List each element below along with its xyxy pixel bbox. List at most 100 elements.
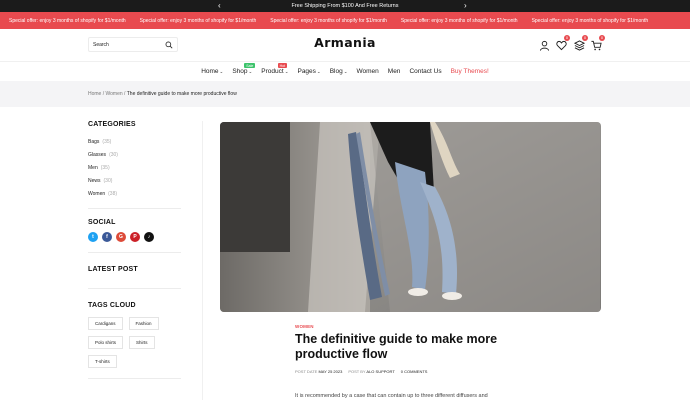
tag-cloud: Cardigans Fashion Polo shirts Shirts T-s… bbox=[88, 317, 178, 368]
hero-photo bbox=[220, 122, 601, 312]
twitter-icon[interactable]: t bbox=[88, 232, 98, 242]
breadcrumb-separator: / bbox=[102, 91, 105, 97]
chevron-down-icon: ⌄ bbox=[316, 69, 321, 74]
nav-home-label: Home bbox=[201, 68, 219, 75]
category-count: (35) bbox=[102, 138, 112, 145]
divider bbox=[88, 288, 181, 289]
article-hero-image bbox=[220, 122, 601, 312]
post-date-wrap: POST DATE MAY 25 2023 bbox=[295, 369, 342, 374]
tag-chip[interactable]: Fashion bbox=[128, 317, 159, 330]
post-date-label: POST DATE bbox=[295, 369, 318, 374]
search-input[interactable] bbox=[93, 40, 165, 50]
category-count: (30) bbox=[109, 151, 118, 158]
post-comments[interactable]: 0 COMMENTS bbox=[401, 369, 428, 374]
announcement-prev-icon[interactable]: ‹ bbox=[218, 1, 221, 11]
pinterest-icon[interactable]: P bbox=[130, 232, 140, 242]
breadcrumb-separator: / bbox=[124, 91, 126, 97]
category-item[interactable]: Men (35) bbox=[88, 161, 181, 174]
cart-count-badge: 0 bbox=[599, 35, 605, 41]
nav-buy-themes-label: Buy Themes! bbox=[450, 68, 489, 75]
divider bbox=[88, 208, 181, 209]
nav-women-label: Women bbox=[356, 68, 379, 75]
nav-shop-label: Shop bbox=[232, 68, 248, 75]
social-title: SOCIAL bbox=[88, 219, 116, 226]
promo-item[interactable]: Special offer: enjoy 3 months of shopify… bbox=[9, 18, 126, 24]
cart-button[interactable]: 0 bbox=[591, 35, 605, 51]
nav-pages[interactable]: Pages⌄ bbox=[297, 62, 320, 81]
nav-product-label: Product bbox=[261, 68, 284, 75]
category-name: Women bbox=[88, 190, 106, 197]
tag-chip[interactable]: Shirts bbox=[129, 336, 155, 349]
nav-buy-themes[interactable]: Buy Themes! bbox=[451, 62, 489, 81]
chevron-down-icon: ⌄ bbox=[343, 69, 348, 74]
category-name: News bbox=[88, 177, 101, 184]
promo-item[interactable]: Special offer: enjoy 3 months of shopify… bbox=[532, 18, 649, 24]
compare-button[interactable]: 0 bbox=[573, 35, 588, 51]
blog-sidebar: CATEGORIES Bags (35) Glasses (30) Men (35) … bbox=[88, 121, 181, 379]
categories-title: CATEGORIES bbox=[88, 121, 136, 128]
nav-home[interactable]: Home⌄ bbox=[201, 62, 223, 81]
category-count: (38) bbox=[108, 190, 118, 197]
nav-blog[interactable]: Blog⌄ bbox=[330, 62, 348, 81]
tiktok-icon[interactable]: ♪ bbox=[144, 232, 154, 242]
breadcrumb-home[interactable]: Home bbox=[88, 91, 101, 97]
facebook-icon[interactable]: f bbox=[102, 232, 112, 242]
breadcrumb: Home / Women / The definitive guide to m… bbox=[88, 91, 237, 97]
category-item[interactable]: Women (38) bbox=[88, 187, 181, 200]
heart-icon bbox=[556, 40, 567, 51]
hot-tag: Hot bbox=[277, 63, 288, 68]
nav-contact[interactable]: Contact Us bbox=[409, 62, 441, 81]
article-meta: POST DATE MAY 25 2023 POST BY ALO SUPPOR… bbox=[295, 369, 427, 374]
nav-contact-label: Contact Us bbox=[409, 68, 442, 75]
chevron-down-icon: ⌄ bbox=[284, 69, 289, 74]
announcement-text: Free Shipping From $100 And Free Returns bbox=[291, 3, 399, 9]
main-nav: Home⌄ Shop⌄ Sale Product⌄ Hot Pages⌄ Blog⌄… bbox=[0, 61, 690, 81]
divider bbox=[88, 378, 181, 379]
chevron-down-icon: ⌄ bbox=[219, 69, 224, 74]
compare-icon bbox=[573, 40, 586, 51]
breadcrumb-women[interactable]: Women bbox=[106, 91, 123, 97]
article-category[interactable]: WOMEN bbox=[295, 324, 314, 329]
breadcrumb-bar: Home / Women / The definitive guide to m… bbox=[0, 81, 690, 107]
latest-post-title: LATEST POST bbox=[88, 266, 138, 273]
tag-chip[interactable]: Polo shirts bbox=[88, 336, 124, 349]
category-list: Bags (35) Glasses (30) Men (35) News (30) Wo… bbox=[88, 135, 181, 200]
tag-chip[interactable]: T-shirts bbox=[88, 355, 117, 368]
announcement-next-icon[interactable]: › bbox=[464, 1, 467, 11]
nav-pages-label: Pages bbox=[297, 68, 316, 75]
article-intro: It is recommended by a case that can con… bbox=[295, 393, 488, 399]
nav-women[interactable]: Women bbox=[357, 62, 379, 81]
search-icon[interactable] bbox=[165, 41, 173, 49]
category-count: (35) bbox=[100, 164, 110, 171]
category-item[interactable]: Glasses (30) bbox=[88, 148, 181, 161]
promo-item[interactable]: Special offer: enjoy 3 months of shopify… bbox=[401, 18, 518, 24]
promo-item[interactable]: Special offer: enjoy 3 months of shopify… bbox=[140, 18, 257, 24]
post-date: MAY 25 2023 bbox=[318, 369, 343, 374]
promo-marquee: Special offer: enjoy 3 months of shopify… bbox=[0, 12, 690, 29]
category-item[interactable]: Bags (35) bbox=[88, 135, 181, 148]
breadcrumb-current: The definitive guide to make more produc… bbox=[126, 91, 237, 97]
category-name: Glasses bbox=[88, 151, 107, 158]
nav-blog-label: Blog bbox=[329, 68, 343, 75]
google-plus-icon[interactable]: G bbox=[116, 232, 126, 242]
wishlist-count-badge: 0 bbox=[564, 35, 570, 41]
nav-men[interactable]: Men bbox=[388, 62, 401, 81]
post-author[interactable]: ALO SUPPORT bbox=[366, 369, 394, 374]
chevron-down-icon: ⌄ bbox=[248, 69, 253, 74]
sale-tag: Sale bbox=[244, 63, 256, 68]
post-author-wrap: POST BY ALO SUPPORT bbox=[348, 369, 394, 374]
category-count: (30) bbox=[103, 177, 113, 184]
nav-product[interactable]: Product⌄ Hot bbox=[261, 62, 288, 81]
tag-chip[interactable]: Cardigans bbox=[88, 317, 123, 330]
nav-shop[interactable]: Shop⌄ Sale bbox=[232, 62, 256, 81]
promo-item[interactable]: Special offer: enjoy 3 months of shopify… bbox=[270, 18, 387, 24]
nav-men-label: Men bbox=[387, 68, 401, 75]
account-button[interactable] bbox=[539, 38, 550, 51]
site-logo[interactable]: Armania bbox=[314, 35, 376, 50]
search-box bbox=[88, 37, 178, 52]
wishlist-button[interactable]: 0 bbox=[556, 35, 570, 51]
sidebar-divider bbox=[202, 121, 203, 400]
category-name: Bags bbox=[88, 138, 100, 145]
divider bbox=[88, 252, 181, 253]
category-item[interactable]: News (30) bbox=[88, 174, 181, 187]
